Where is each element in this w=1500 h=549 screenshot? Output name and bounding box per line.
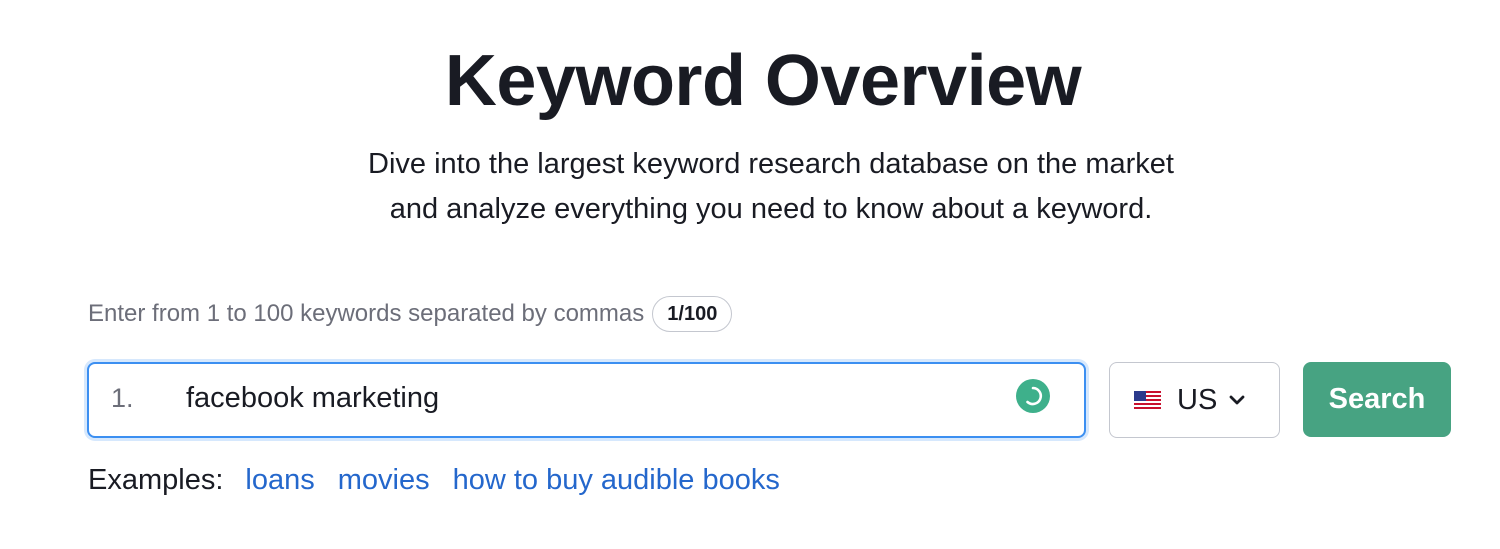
page-title: Keyword Overview [444, 41, 1082, 121]
example-link-audible-books[interactable]: how to buy audible books [453, 464, 780, 497]
subtitle-line-1: Dive into the largest keyword research d… [368, 148, 1174, 180]
subtitle-line-2: and analyze everything you need to know … [389, 193, 1153, 225]
us-flag-icon [1134, 391, 1161, 409]
example-link-movies[interactable]: movies [338, 464, 430, 497]
examples-row: Examples: loans movies how to buy audibl… [88, 464, 803, 497]
loading-spinner-icon [1016, 379, 1050, 413]
keyword-overview-page: Keyword Overview Dive into the largest k… [0, 0, 1500, 549]
keyword-input-value[interactable]: facebook marketing [186, 382, 439, 415]
database-select[interactable]: US [1109, 362, 1280, 438]
database-selected-value: US [1177, 383, 1218, 416]
example-link-loans[interactable]: loans [245, 464, 314, 497]
chevron-down-icon [1229, 395, 1245, 405]
search-button[interactable]: Search [1303, 362, 1451, 437]
line-number: 1. [111, 383, 134, 413]
keyword-hint-row: Enter from 1 to 100 keywords separated b… [88, 296, 733, 332]
page-subtitle: Dive into the largest keyword research d… [0, 142, 1500, 232]
keyword-hint-text: Enter from 1 to 100 keywords separated b… [88, 300, 645, 327]
examples-label: Examples: [88, 464, 224, 496]
keyword-counter-badge: 1/100 [652, 296, 733, 332]
keyword-input[interactable]: 1. facebook marketing [87, 362, 1086, 438]
